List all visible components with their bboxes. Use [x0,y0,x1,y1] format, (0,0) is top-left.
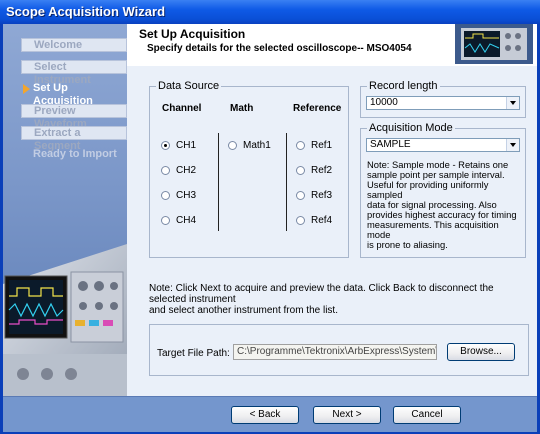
step-set-up-acquisition: Set Up Acquisition [21,82,127,107]
radio-icon [296,166,305,175]
step-sidebar: Welcome Select Instrument Set Up Acquisi… [3,24,127,396]
radio-label: Ref2 [311,165,333,176]
radio-ref4[interactable]: Ref4 [296,215,332,226]
radio-ch4[interactable]: CH4 [161,215,196,226]
note-line: measurements. This acquisition mode [367,219,499,240]
step-preview-waveform: Preview Waveform [21,104,127,130]
radio-math1[interactable]: Math1 [228,140,271,151]
radio-label: CH1 [176,140,197,151]
oscilloscope-image [3,244,127,396]
page-subtitle: Specify details for the selected oscillo… [147,43,412,54]
acquisition-mode-legend: Acquisition Mode [367,122,455,134]
window-title: Scope Acquisition Wizard [6,4,166,19]
radio-label: CH4 [176,215,197,226]
acquisition-mode-note: Note: Sample mode - Retains one sample p… [367,160,523,250]
instructions-note: Note: Click Next to acquire and preview … [149,283,529,316]
cancel-button[interactable]: Cancel [393,406,461,424]
radio-ch3[interactable]: CH3 [161,190,196,201]
radio-label: Ref1 [311,140,333,151]
step-extract-segment: Extract a Segment [21,126,127,152]
radio-ref2[interactable]: Ref2 [296,165,332,176]
column-divider [286,133,287,231]
page-title: Set Up Acquisition [139,27,246,41]
note-line: Note: Click Next to acquire and preview … [149,283,494,305]
column-divider [218,133,219,231]
radio-ref1[interactable]: Ref1 [296,140,332,151]
step-label: Ready to Import [33,148,117,160]
radio-icon [161,191,170,200]
wizard-content: Set Up Acquisition Specify details for t… [127,24,537,396]
record-length-value: 10000 [370,97,398,108]
record-length-group: Record length 10000 [360,80,526,118]
radio-icon [161,216,170,225]
step-select-instrument: Select Instrument [21,60,127,86]
wizard-body: Welcome Select Instrument Set Up Acquisi… [3,24,537,432]
radio-selected-icon [161,141,170,150]
radio-icon [296,191,305,200]
chevron-down-icon[interactable] [506,139,519,151]
note-line: and select another instrument from the l… [149,305,338,316]
radio-label: Ref4 [311,215,333,226]
note-line: is prone to aliasing. [367,239,448,250]
step-label: Welcome [34,39,83,51]
math-column-header: Math [230,103,254,114]
header-oscilloscope-image [455,24,533,64]
radio-label: Math1 [243,140,271,151]
back-button[interactable]: < Back [231,406,299,424]
acquisition-mode-group: Acquisition Mode SAMPLE Note: Sample mod… [360,122,526,258]
channel-column-header: Channel [162,103,202,114]
radio-ref3[interactable]: Ref3 [296,190,332,201]
reference-column-header: Reference [293,103,342,114]
next-button[interactable]: Next > [313,406,381,424]
radio-ch1[interactable]: CH1 [161,140,196,151]
step-welcome: Welcome [21,38,127,52]
note-line: Useful for providing uniformly sampled [367,179,489,200]
acquisition-mode-select[interactable]: SAMPLE [366,138,520,152]
step-ready-to-import: Ready to Import [21,148,127,162]
record-length-legend: Record length [367,80,440,92]
radio-icon [296,216,305,225]
wizard-window: Scope Acquisition Wizard Welcome Select … [0,0,540,434]
title-bar[interactable]: Scope Acquisition Wizard [0,0,540,24]
target-file-path-label: Target File Path: [157,348,230,359]
current-step-arrow-icon [23,84,30,94]
target-file-path-field[interactable]: C:\Programme\Tektronix\ArbExpress\System… [233,344,437,360]
data-source-legend: Data Source [156,80,222,92]
acquisition-mode-value: SAMPLE [370,139,411,150]
record-length-select[interactable]: 10000 [366,96,520,110]
radio-label: CH2 [176,165,197,176]
page-header: Set Up Acquisition Specify details for t… [127,24,537,66]
radio-ch2[interactable]: CH2 [161,165,196,176]
radio-label: CH3 [176,190,197,201]
radio-icon [161,166,170,175]
radio-icon [296,141,305,150]
wizard-footer: < Back Next > Cancel [3,396,537,432]
chevron-down-icon[interactable] [506,97,519,109]
browse-button[interactable]: Browse... [447,343,515,361]
radio-label: Ref3 [311,190,333,201]
data-source-group: Data Source Channel Math Reference CH1 C… [149,80,349,258]
radio-icon [228,141,237,150]
